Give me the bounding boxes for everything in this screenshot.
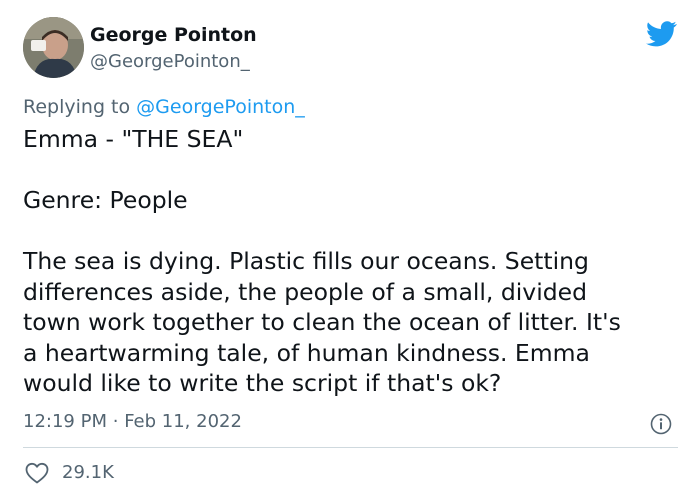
tweet-line: would like to write the script if that's…: [23, 369, 502, 397]
tweet-time: 12:19 PM: [23, 411, 107, 432]
tweet-card: George Pointon @GeorgePointon_ Replying …: [0, 0, 700, 502]
avatar-image: [23, 17, 84, 78]
meta-separator: ·: [112, 411, 119, 432]
tweet-title: Emma - "THE SEA": [23, 125, 244, 153]
tweet-line: town work together to clean the ocean of…: [23, 308, 621, 336]
replying-to-label: Replying to: [23, 96, 131, 118]
tweet-line: differences aside, the people of a small…: [23, 277, 588, 306]
tweet-genre: Genre: People: [23, 186, 188, 214]
info-icon[interactable]: [650, 413, 672, 435]
author-display-name[interactable]: George Pointon: [90, 24, 257, 46]
avatar[interactable]: [23, 17, 84, 78]
tweet-line: The sea is dying. Plastic fills our ocea…: [23, 247, 589, 275]
tweet-timestamp[interactable]: 12:19 PM · Feb 11, 2022: [23, 411, 242, 432]
divider: [23, 447, 678, 448]
heart-icon[interactable]: [25, 462, 49, 484]
like-count[interactable]: 29.1K: [62, 462, 114, 483]
tweet-line: a heartwarming tale, of human kindness. …: [23, 338, 590, 367]
reply-mention-link[interactable]: @GeorgePointon_: [136, 96, 305, 118]
tweet-text: Emma - "THE SEA" Genre: People The sea i…: [23, 124, 683, 399]
author-handle[interactable]: @GeorgePointon_: [90, 51, 250, 72]
replying-to: Replying to @GeorgePointon_: [23, 96, 305, 118]
twitter-bird-icon[interactable]: [646, 21, 677, 47]
tweet-date: Feb 11, 2022: [124, 411, 242, 432]
